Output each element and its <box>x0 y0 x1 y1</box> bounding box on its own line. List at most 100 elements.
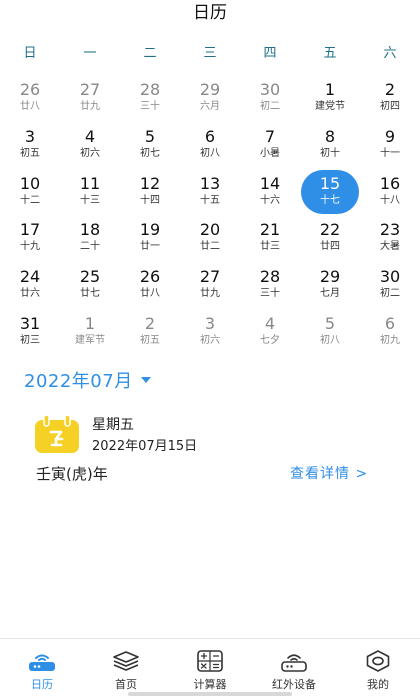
calendar-day[interactable]: 6 初八 <box>180 125 240 171</box>
bottom-tab-bar: 日历 首页 计算器 红外设备 我的 <box>0 638 420 700</box>
weekday-thu: 四 <box>263 46 277 61</box>
view-details-link[interactable]: 查看详情 > <box>290 463 368 483</box>
calendar-day[interactable]: 4 初六 <box>60 125 120 171</box>
calendar-router-icon <box>29 654 55 671</box>
calendar-day[interactable]: 30 初二 <box>240 78 300 124</box>
selected-weekday: 星期五 <box>92 417 134 433</box>
day-number: 27 <box>79 80 101 99</box>
calendar-day[interactable]: 14 十六 <box>240 172 300 218</box>
calendar-day[interactable]: 1 建军节 <box>60 312 120 358</box>
day-lunar-label: 二十 <box>80 241 100 253</box>
day-number: 4 <box>84 126 96 146</box>
calendar-day[interactable]: 25 廿七 <box>60 265 120 311</box>
triangle-down-icon <box>140 377 151 383</box>
calendar-day[interactable]: 5 初七 <box>120 125 180 171</box>
calendar-day[interactable]: 11 十三 <box>60 172 120 218</box>
calendar-day[interactable]: 8 初十 <box>300 125 360 171</box>
day-number: 19 <box>139 220 161 240</box>
day-lunar-label: 建党节 <box>315 101 345 112</box>
calendar-day[interactable]: 26 廿八 <box>0 78 60 124</box>
calculator-icon <box>197 650 223 672</box>
day-lunar-label: 十五 <box>200 194 220 206</box>
weekday-header-row: 日 一 二 三 四 五 六 <box>0 44 420 64</box>
calendar-day[interactable]: 29 六月 <box>180 78 240 124</box>
calendar-day[interactable]: 10 十二 <box>0 172 60 218</box>
tab-calendar[interactable]: 日历 <box>0 639 84 700</box>
day-lunar-label: 初四 <box>380 101 400 112</box>
calendar-day[interactable]: 22 廿四 <box>300 218 360 264</box>
calendar-day[interactable]: 9 十一 <box>360 125 420 171</box>
calendar-day[interactable]: 3 初五 <box>0 125 60 171</box>
calendar-day[interactable]: 7 小暑 <box>240 125 300 171</box>
router-icon <box>281 654 307 672</box>
day-lunar-label: 大暑 <box>380 241 400 253</box>
calendar-day[interactable]: 17 十九 <box>0 218 60 264</box>
day-number: 30 <box>259 80 281 99</box>
calendar-day[interactable]: 4 七夕 <box>240 312 300 358</box>
calendar-day[interactable]: 2 初五 <box>120 312 180 358</box>
day-number: 3 <box>24 126 36 146</box>
calendar-day[interactable]: 16 十八 <box>360 172 420 218</box>
day-number: 3 <box>204 314 216 333</box>
calendar-day[interactable]: 30 初二 <box>360 265 420 311</box>
selected-date-info: 星期五 2022年07月15日 <box>34 412 394 458</box>
day-lunar-label: 七夕 <box>260 335 280 346</box>
day-lunar-label: 初六 <box>80 147 100 159</box>
day-lunar-label: 建军节 <box>75 335 105 346</box>
weekday-wed: 三 <box>203 46 217 61</box>
calendar-day[interactable]: 26 廿八 <box>120 265 180 311</box>
weekday-sun: 日 <box>23 46 37 61</box>
day-number: 29 <box>319 267 341 287</box>
day-lunar-label: 小暑 <box>260 147 280 159</box>
day-number: 22 <box>319 220 341 240</box>
day-number: 2 <box>384 80 396 99</box>
tab-mine[interactable]: 我的 <box>336 639 420 700</box>
calendar-day[interactable]: 27 廿九 <box>180 265 240 311</box>
weekday-tue: 二 <box>143 46 157 61</box>
day-lunar-label: 初九 <box>380 335 400 346</box>
calendar-day[interactable]: 13 十五 <box>180 172 240 218</box>
calendar-day[interactable]: 19 廿一 <box>120 218 180 264</box>
day-number: 17 <box>19 220 41 240</box>
tab-ir-devices[interactable]: 红外设备 <box>252 639 336 700</box>
day-lunar-label: 廿七 <box>80 288 100 300</box>
calendar-day[interactable]: 31 初三 <box>0 312 60 358</box>
calendar-day[interactable]: 18 二十 <box>60 218 120 264</box>
calendar-day[interactable]: 2 初四 <box>360 78 420 124</box>
calendar-day[interactable]: 23 大暑 <box>360 218 420 264</box>
day-number: 5 <box>324 314 336 333</box>
month-picker[interactable]: 2022年07月 <box>24 368 151 392</box>
calendar-day[interactable]: 6 初九 <box>360 312 420 358</box>
day-lunar-label: 初十 <box>320 147 340 159</box>
tab-label-calculator: 计算器 <box>193 678 227 691</box>
calendar-day-selected[interactable]: 15 十七 <box>300 169 360 218</box>
home-indicator <box>128 692 292 696</box>
day-lunar-label: 初八 <box>320 335 340 346</box>
day-lunar-label: 初六 <box>200 335 220 346</box>
day-lunar-label: 廿六 <box>20 288 40 300</box>
day-lunar-label: 廿一 <box>140 241 160 253</box>
selected-full-date: 2022年07月15日 <box>92 439 198 454</box>
tab-calculator[interactable]: 计算器 <box>168 639 252 700</box>
calendar-day[interactable]: 21 廿三 <box>240 218 300 264</box>
tab-label-ir-devices: 红外设备 <box>272 678 316 691</box>
calendar-day[interactable]: 1 建党节 <box>300 78 360 124</box>
day-lunar-label: 廿八 <box>140 288 160 300</box>
calendar-day[interactable]: 28 三十 <box>120 78 180 124</box>
day-lunar-label: 初八 <box>200 147 220 159</box>
day-lunar-label: 初二 <box>380 288 400 300</box>
calendar-day[interactable]: 12 十四 <box>120 172 180 218</box>
calendar-day[interactable]: 24 廿六 <box>0 265 60 311</box>
day-lunar-label: 初二 <box>260 101 280 112</box>
calendar-day[interactable]: 27 廿九 <box>60 78 120 124</box>
day-number: 7 <box>264 126 276 146</box>
calendar-day[interactable]: 3 初六 <box>180 312 240 358</box>
calendar-day[interactable]: 29 七月 <box>300 265 360 311</box>
calendar-day[interactable]: 28 三十 <box>240 265 300 311</box>
day-number: 6 <box>204 126 216 146</box>
tab-home[interactable]: 首页 <box>84 639 168 700</box>
calendar-day[interactable]: 5 初八 <box>300 312 360 358</box>
calendar-day[interactable]: 20 廿二 <box>180 218 240 264</box>
day-lunar-label: 初五 <box>140 335 160 346</box>
day-lunar-label: 初七 <box>140 147 160 159</box>
